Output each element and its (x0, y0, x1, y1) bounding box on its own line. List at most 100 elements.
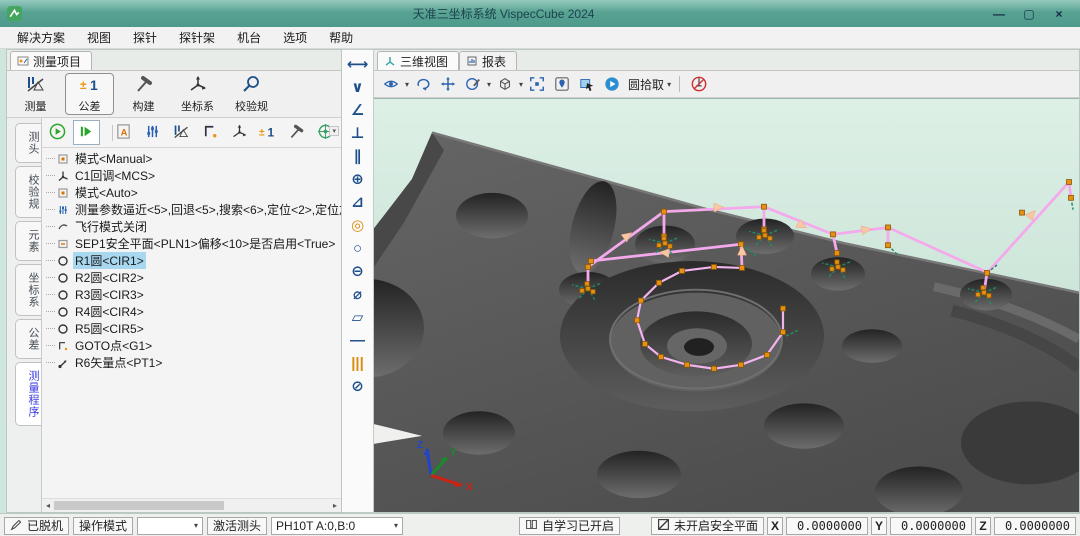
gdt-icon[interactable]: ∠ (345, 99, 371, 122)
scrollbar-thumb[interactable] (54, 501, 224, 510)
ribbon-button[interactable]: ±1 公差 (65, 73, 114, 115)
tolerance-toolbar: ⟷∨∠⊥∥⊕⊿◎○⊖⌀▱—|||⊘ (342, 49, 374, 513)
tab-label: 三维视图 (400, 53, 448, 70)
ribbon-button[interactable]: 坐标系 (173, 73, 222, 115)
ribbon-button-icon: ±1 (80, 74, 100, 97)
tree-item[interactable]: C1回调<MCS> (42, 167, 341, 184)
menu-item[interactable]: 视图 (76, 29, 122, 46)
menu-item[interactable]: 探针架 (168, 29, 226, 46)
tree-item[interactable]: R3圆<CIR3> (42, 286, 341, 303)
tab-measure-project[interactable]: 测量项目 (10, 51, 92, 70)
gdt-icon[interactable]: — (345, 329, 371, 352)
side-tab[interactable]: 坐标系 (15, 264, 41, 316)
gdt-icon[interactable]: ⟷ (345, 53, 371, 76)
gdt-icon[interactable]: ◎ (345, 214, 371, 237)
tree-item[interactable]: 飞行模式关闭 (42, 218, 341, 235)
tree-toolbar-button[interactable] (168, 120, 195, 145)
minimize-button[interactable]: — (984, 7, 1014, 21)
visibility-button[interactable] (380, 73, 402, 95)
gdt-icon[interactable]: ⊖ (345, 260, 371, 283)
tree-toolbar-button[interactable] (139, 120, 166, 145)
op-mode-select[interactable]: ▾ (137, 517, 203, 535)
menu-item[interactable]: 解决方案 (6, 29, 76, 46)
sketch-mode-button[interactable] (462, 73, 484, 95)
ribbon-button[interactable]: 构建 (119, 73, 168, 115)
fit-view-button[interactable] (526, 73, 548, 95)
side-tab[interactable]: 测量程序 (15, 362, 41, 426)
close-button[interactable]: × (1044, 7, 1074, 21)
book-icon (525, 518, 538, 534)
ribbon-button-icon (242, 74, 262, 97)
gdt-icon[interactable]: ⌀ (345, 283, 371, 306)
scroll-right-icon[interactable]: ▸ (329, 501, 341, 510)
menu-item[interactable]: 选项 (272, 29, 318, 46)
tree-toolbar-button[interactable] (226, 120, 253, 145)
tab-report[interactable]: 报表 (459, 51, 517, 70)
view-cube-button[interactable] (494, 73, 516, 95)
gdt-icon[interactable]: ○ (345, 237, 371, 260)
side-tab[interactable]: 测头 (15, 123, 41, 163)
tree-toolbar-button[interactable]: ±1 (255, 120, 282, 145)
tree-item[interactable]: 测量参数逼近<5>,回退<5>,搜索<6>,定位<2>,定位加<2>,测量 (42, 201, 341, 218)
tree-item-icon (57, 272, 69, 284)
tree-item[interactable]: R2圆<CIR2> (42, 269, 341, 286)
restore-button[interactable]: ▢ (1014, 7, 1044, 21)
safety-off-icon (657, 518, 670, 534)
chevron-down-icon[interactable]: ▾ (519, 80, 523, 89)
tree-item[interactable]: GOTO点<G1> (42, 337, 341, 354)
menu-bar: 解决方案视图探针探针架机台选项帮助 (0, 27, 1080, 49)
probe-label: 激活测头 (207, 517, 267, 535)
scroll-left-icon[interactable]: ◂ (42, 501, 54, 510)
tree-toolbar: A (42, 118, 341, 148)
active-probe-select[interactable]: PH10T A:0,B:0▾ (271, 517, 403, 535)
tree-item[interactable]: R5圆<CIR5> (42, 320, 341, 337)
tree-toolbar-button[interactable] (44, 120, 71, 145)
tree-item-label: 测量参数逼近<5>,回退<5>,搜索<6>,定位<2>,定位加<2>,测量 (73, 201, 341, 218)
gdt-icon[interactable]: ⊿ (345, 191, 371, 214)
locate-button[interactable] (551, 73, 573, 95)
tree-item[interactable]: SEP1安全平面<PLN1>偏移<10>是否启用<True> (42, 235, 341, 252)
chevron-down-icon[interactable]: ▾ (487, 80, 491, 89)
tree-item[interactable]: R6矢量点<PT1> (42, 354, 341, 371)
probe-display-off-button[interactable] (688, 73, 710, 95)
tree-toolbar-button[interactable] (197, 120, 224, 145)
coordinate-readout: X 0.0000000 (767, 517, 868, 535)
ribbon-button[interactable]: 校验规 (227, 73, 276, 115)
gdt-icon[interactable]: ▱ (345, 306, 371, 329)
tree-toolbar-button[interactable] (73, 120, 100, 145)
gdt-icon[interactable]: ∥ (345, 145, 371, 168)
gdt-icon[interactable]: ||| (345, 352, 371, 375)
tree-item[interactable]: 模式<Auto> (42, 184, 341, 201)
gdt-icon[interactable]: ∨ (345, 76, 371, 99)
tree-item-icon (57, 255, 69, 267)
tree-item[interactable]: 模式<Manual> (42, 150, 341, 167)
chevron-down-icon[interactable]: ▾ (405, 80, 409, 89)
tab-3d-view[interactable]: 三维视图 (377, 51, 459, 70)
toolbar-overflow-icon[interactable]: ▾ (329, 126, 339, 136)
tree-horizontal-scrollbar[interactable]: ◂ ▸ (42, 498, 341, 512)
circle-pick-dropdown[interactable]: 圆拾取 (628, 76, 664, 93)
pan-view-button[interactable] (437, 73, 459, 95)
menu-item[interactable]: 机台 (226, 29, 272, 46)
rotate-view-button[interactable] (412, 73, 434, 95)
side-tab[interactable]: 校验规 (15, 166, 41, 218)
tree-toolbar-button[interactable]: A (111, 120, 138, 145)
run-pick-button[interactable] (601, 73, 623, 95)
ribbon-button-label: 测量 (25, 98, 47, 114)
3d-viewport[interactable]: Z Y X (374, 98, 1079, 512)
svg-text:±: ± (80, 78, 87, 92)
tree-item-label: R5圆<CIR5> (73, 320, 146, 337)
gdt-icon[interactable]: ⊥ (345, 122, 371, 145)
gdt-icon[interactable]: ⊘ (345, 375, 371, 398)
menu-item[interactable]: 探针 (122, 29, 168, 46)
tree-item[interactable]: R4圆<CIR4> (42, 303, 341, 320)
menu-item[interactable]: 帮助 (318, 29, 364, 46)
chevron-down-icon[interactable]: ▾ (667, 80, 671, 89)
pick-box-button[interactable] (576, 73, 598, 95)
tree-toolbar-button[interactable] (283, 120, 310, 145)
tree-item[interactable]: R1圆<CIR1> (42, 252, 341, 269)
gdt-icon[interactable]: ⊕ (345, 168, 371, 191)
ribbon-button[interactable]: 测量 (11, 73, 60, 115)
side-tab[interactable]: 元素 (15, 221, 41, 261)
side-tab[interactable]: 公差 (15, 319, 41, 359)
